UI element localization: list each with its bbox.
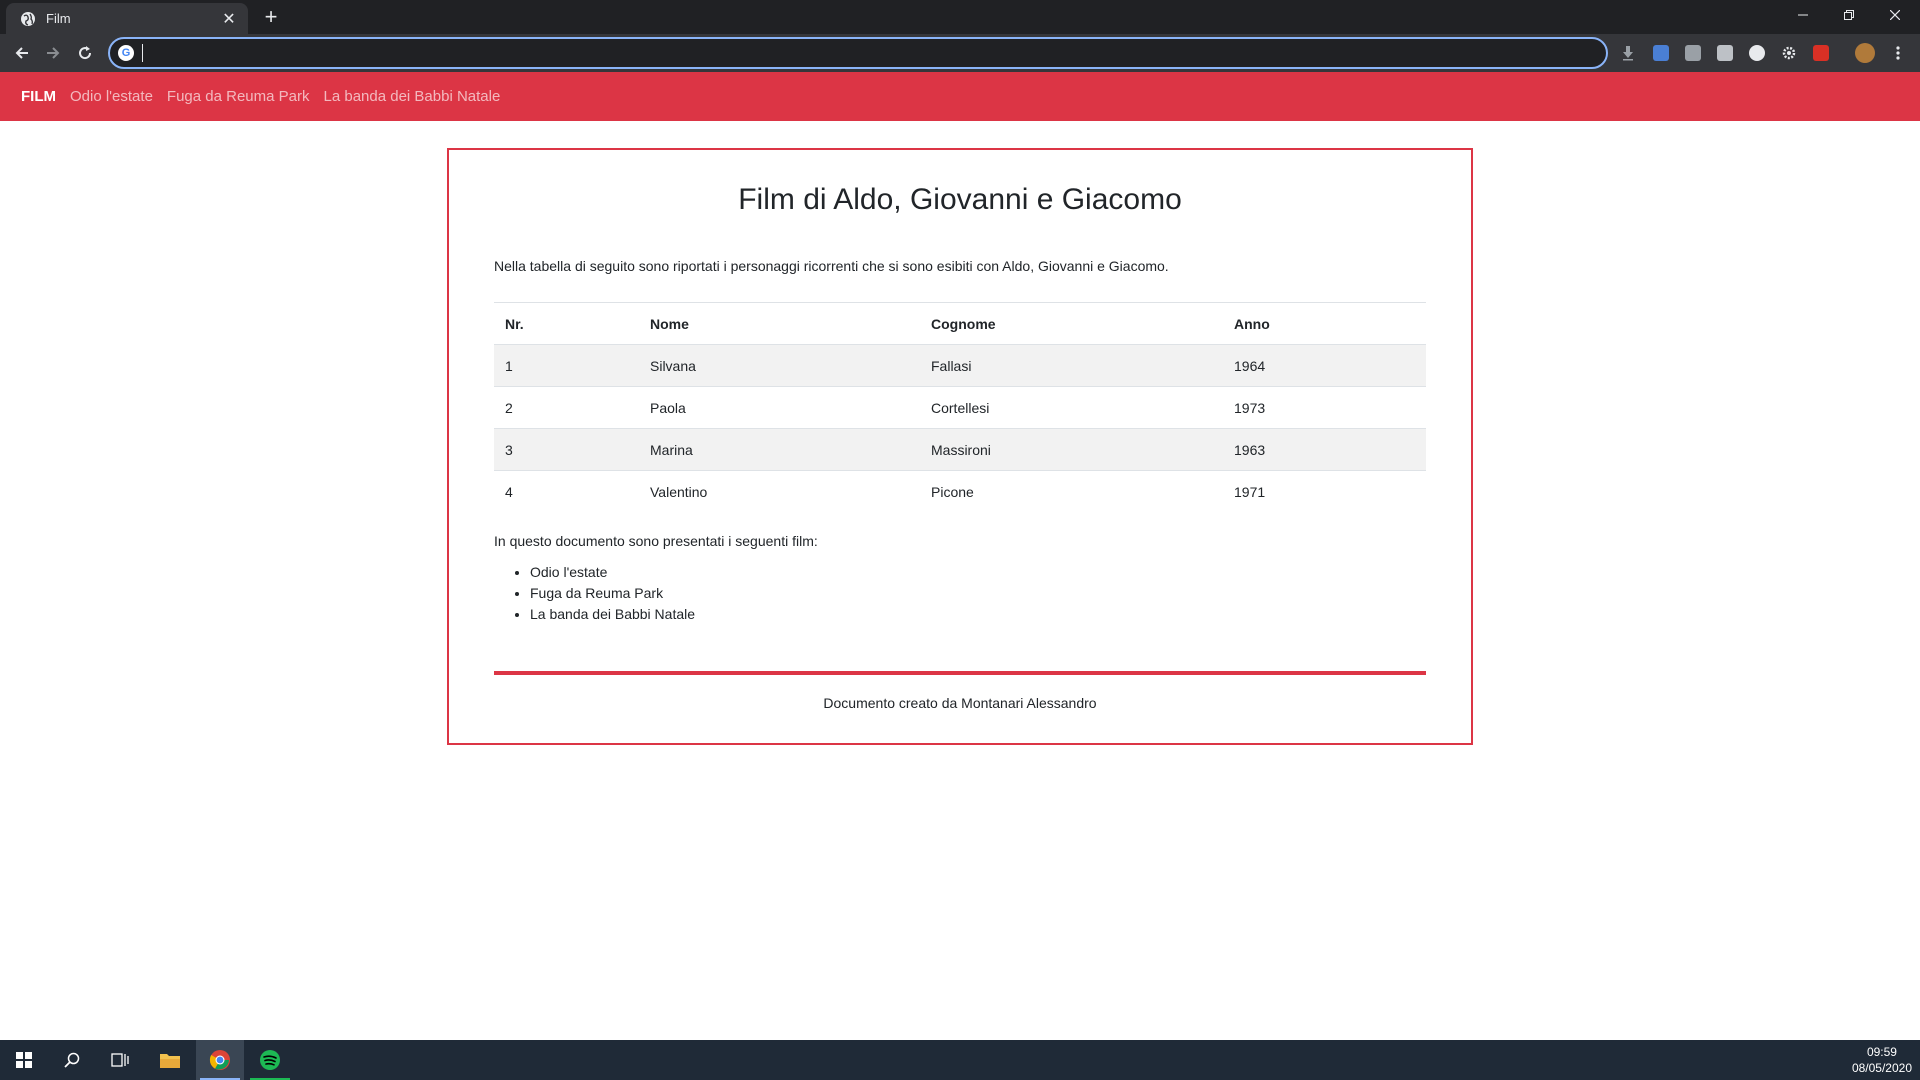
navbar-brand[interactable]: FILM [21, 88, 56, 105]
download-icon[interactable] [1618, 43, 1638, 63]
chrome-taskbar-icon[interactable] [196, 1040, 244, 1080]
site-navbar: FILM Odio l'estate Fuga da Reuma Park La… [0, 72, 1920, 121]
new-tab-button[interactable]: + [258, 4, 284, 30]
minimize-icon[interactable] [1780, 0, 1826, 30]
characters-table: Nr. Nome Cognome Anno 1 Silvana Fallasi … [494, 302, 1426, 513]
windows-start-icon[interactable] [0, 1040, 48, 1080]
google-icon: G [118, 45, 134, 61]
browser-toolbar: G [0, 34, 1920, 72]
cell-cognome: Massironi [920, 428, 1223, 471]
browser-tab-strip: Film ✕ + [0, 0, 1920, 34]
film-list: Odio l'estate Fuga da Reuma Park La band… [494, 562, 1426, 625]
table-row: 4 Valentino Picone 1971 [494, 470, 1426, 513]
footer-credit: Documento creato da Montanari Alessandro [823, 694, 1097, 711]
reload-icon[interactable] [72, 40, 98, 66]
tab-close-icon[interactable]: ✕ [220, 9, 238, 29]
translate-icon[interactable] [1651, 43, 1671, 63]
extension-grid-icon[interactable] [1683, 43, 1703, 63]
cell-anno: 1964 [1223, 344, 1426, 387]
nav-link-la-banda-dei-babbi-natale[interactable]: La banda dei Babbi Natale [324, 88, 501, 105]
cell-nr: 1 [494, 344, 639, 387]
system-clock[interactable]: 09:59 08/05/2020 [1852, 1044, 1912, 1076]
column-header-cognome: Cognome [920, 302, 1223, 345]
cell-nr: 4 [494, 470, 639, 513]
nav-link-fuga-da-reuma-park[interactable]: Fuga da Reuma Park [167, 88, 310, 105]
cell-cognome: Cortellesi [920, 386, 1223, 429]
table-row: 3 Marina Massironi 1963 [494, 428, 1426, 471]
nav-link-odio-lestate[interactable]: Odio l'estate [70, 88, 153, 105]
intro-paragraph: Nella tabella di seguito sono riportati … [494, 258, 1169, 274]
printer-icon[interactable] [1715, 43, 1735, 63]
cell-nome: Marina [639, 428, 920, 471]
list-item: Fuga da Reuma Park [530, 583, 1426, 604]
clock-time: 09:59 [1866, 1045, 1897, 1059]
red-extension-icon[interactable] [1811, 43, 1831, 63]
circle-extension-icon[interactable] [1747, 43, 1767, 63]
list-item: La banda dei Babbi Natale [530, 604, 1426, 625]
cell-anno: 1973 [1223, 386, 1426, 429]
restore-icon[interactable] [1826, 0, 1872, 30]
cell-cognome: Picone [920, 470, 1223, 513]
cell-nome: Silvana [639, 344, 920, 387]
column-header-nome: Nome [639, 302, 920, 345]
content-card: Film di Aldo, Giovanni e Giacomo Nella t… [447, 148, 1473, 745]
gear-extension-icon[interactable] [1779, 43, 1799, 63]
forward-arrow-icon[interactable] [40, 40, 66, 66]
cell-anno: 1971 [1223, 470, 1426, 513]
cell-cognome: Fallasi [920, 344, 1223, 387]
globe-icon [20, 11, 36, 27]
footer-divider [494, 670, 1426, 675]
clock-date: 08/05/2020 [1851, 1061, 1912, 1075]
column-header-nr: Nr. [494, 302, 639, 345]
avatar[interactable] [1855, 43, 1875, 63]
cell-nome: Paola [639, 386, 920, 429]
back-arrow-icon[interactable] [9, 40, 35, 66]
address-input[interactable] [151, 45, 1551, 61]
page-title: Film di Aldo, Giovanni e Giacomo [738, 183, 1182, 216]
browser-tab[interactable]: Film ✕ [6, 3, 248, 34]
tab-title: Film [46, 11, 71, 26]
cell-anno: 1963 [1223, 428, 1426, 471]
film-list-intro: In questo documento sono presentati i se… [494, 532, 818, 549]
text-caret [142, 44, 143, 62]
list-item: Odio l'estate [530, 562, 1426, 583]
table-row: 1 Silvana Fallasi 1964 [494, 344, 1426, 387]
spotify-icon[interactable] [246, 1040, 294, 1080]
cell-nome: Valentino [639, 470, 920, 513]
table-header-row: Nr. Nome Cognome Anno [494, 302, 1426, 345]
task-view-icon[interactable] [96, 1040, 144, 1080]
os-taskbar: 09:59 08/05/2020 [0, 1040, 1920, 1080]
close-icon[interactable] [1872, 0, 1918, 30]
search-icon[interactable] [48, 1040, 96, 1080]
address-bar[interactable]: G [108, 37, 1608, 69]
menu-dots-icon[interactable] [1888, 43, 1908, 63]
column-header-anno: Anno [1223, 302, 1426, 345]
cell-nr: 2 [494, 386, 639, 429]
table-row: 2 Paola Cortellesi 1973 [494, 386, 1426, 429]
cell-nr: 3 [494, 428, 639, 471]
file-explorer-icon[interactable] [146, 1040, 194, 1080]
